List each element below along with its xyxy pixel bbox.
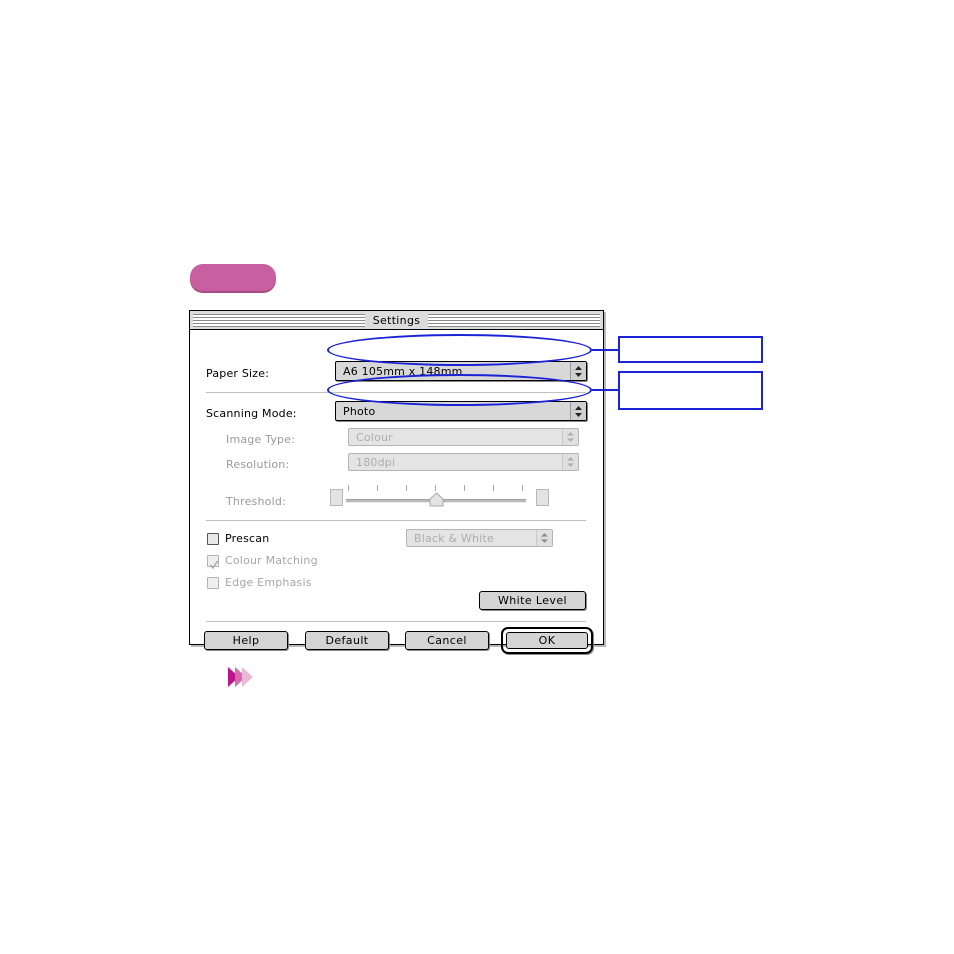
edge-emphasis-checkbox-row: Edge Emphasis (207, 576, 312, 589)
prescan-checkbox-row[interactable]: Prescan (207, 532, 269, 545)
scanning-mode-value: Photo (343, 404, 376, 418)
image-type-stepper-icon (562, 429, 578, 445)
ok-button-label: OK (506, 632, 588, 649)
threshold-min-box (330, 489, 343, 506)
up-down-arrow-icon (575, 405, 582, 417)
default-button[interactable]: Default (305, 631, 389, 650)
settings-dialog: Settings Paper Size: A6 105mm x 148mm Sc… (189, 310, 604, 654)
resolution-popup: 180dpi (348, 453, 579, 471)
prescan-checkbox[interactable] (207, 532, 219, 545)
image-type-label: Image Type: (226, 433, 296, 446)
paper-size-label: Paper Size: (206, 367, 270, 380)
scanning-mode-label: Scanning Mode: (206, 407, 297, 420)
slider-thumb-icon (429, 492, 444, 507)
resolution-label: Resolution: (226, 458, 290, 471)
paper-size-stepper-icon[interactable] (570, 362, 586, 380)
paper-size-popup[interactable]: A6 105mm x 148mm (335, 361, 587, 381)
prescan-mode-value: Black & White (414, 531, 494, 545)
chevron-3-icon (242, 667, 253, 687)
colour-matching-checkbox-row: Colour Matching (207, 554, 318, 569)
threshold-max-box (536, 489, 549, 506)
paper-size-value: A6 105mm x 148mm (343, 364, 463, 378)
scanning-mode-popup[interactable]: Photo (335, 401, 587, 421)
up-down-arrow-icon (567, 432, 574, 442)
prescan-mode-stepper-icon (536, 530, 552, 546)
ok-button[interactable]: OK (501, 627, 593, 654)
callout-leader-1 (592, 349, 620, 351)
resolution-value: 180dpi (356, 455, 396, 469)
dialog-title: Settings (364, 311, 429, 329)
divider-3 (206, 621, 586, 622)
prescan-label: Prescan (225, 532, 270, 545)
image-type-popup: Colour (348, 428, 579, 446)
colour-matching-checkbox (207, 554, 219, 569)
resolution-stepper-icon (562, 454, 578, 470)
scanning-mode-stepper-icon[interactable] (570, 402, 586, 420)
up-down-arrow-icon (541, 533, 548, 543)
colour-matching-label: Colour Matching (225, 554, 318, 567)
checkmark-icon (209, 555, 219, 569)
threshold-label: Threshold: (226, 495, 286, 508)
dialog-titlebar: Settings (190, 311, 603, 330)
prescan-mode-popup: Black & White (406, 529, 553, 547)
up-down-arrow-icon (567, 457, 574, 467)
threshold-thumb[interactable] (429, 492, 444, 507)
white-level-button[interactable]: White Level (479, 591, 586, 610)
up-down-arrow-icon (575, 365, 582, 377)
divider-1 (206, 392, 586, 393)
dialog-body: Paper Size: A6 105mm x 148mm Scanning Mo… (190, 330, 603, 654)
callout-paper-size (618, 336, 763, 363)
callout-scanning-mode (618, 371, 763, 410)
image-type-value: Colour (356, 430, 393, 444)
callout-leader-2 (592, 389, 620, 391)
page-canvas: Settings Paper Size: A6 105mm x 148mm Sc… (0, 0, 954, 954)
triple-chevron-marker (228, 666, 258, 688)
help-button[interactable]: Help (204, 631, 288, 650)
divider-2 (206, 520, 586, 521)
edge-emphasis-checkbox (207, 576, 219, 589)
threshold-ticks (348, 485, 523, 491)
cancel-button[interactable]: Cancel (405, 631, 489, 650)
edge-emphasis-label: Edge Emphasis (225, 576, 312, 589)
section-tab-marker (190, 264, 276, 291)
